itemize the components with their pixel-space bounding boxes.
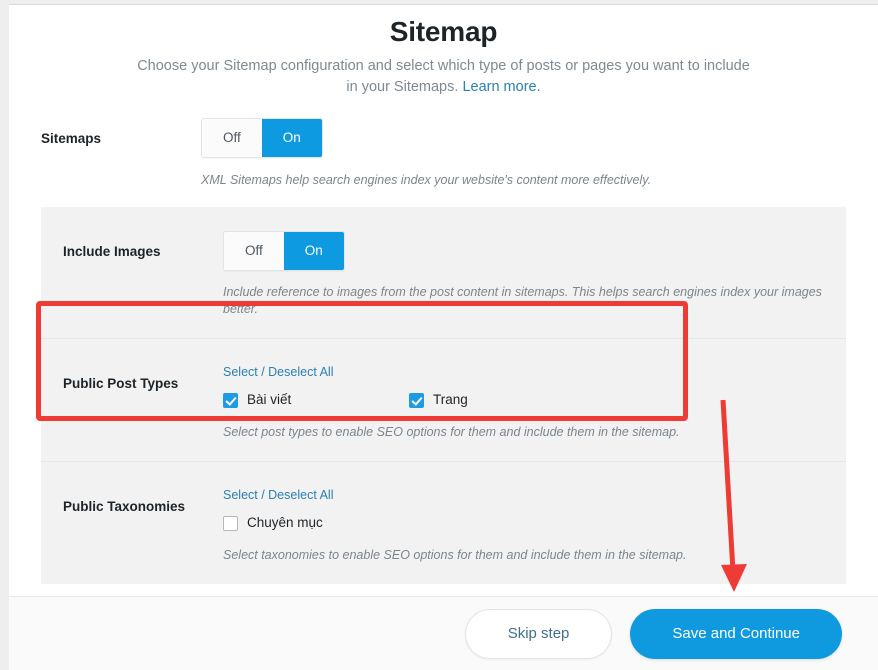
settings-panel: Include Images Off On Include reference … [41,207,846,584]
save-and-continue-button[interactable]: Save and Continue [630,609,842,659]
select-deselect-all-post-types[interactable]: Select / Deselect All [223,364,333,380]
post-types-checkbox-group: Bài viết Trang [223,391,643,411]
public-post-types-hint: Select post types to enable SEO options … [223,424,824,441]
learn-more-link[interactable]: Learn more. [462,79,540,95]
wizard-header: Sitemap Choose your Sitemap configuratio… [9,5,878,98]
include-images-toggle-on[interactable]: On [284,232,344,270]
taxonomies-checkbox-group: Chuyên mục [223,514,643,534]
setting-body-public-post-types: Select / Deselect All Bài viết Trang [223,361,824,441]
sitemaps-toggle-on[interactable]: On [262,119,322,157]
checkbox-icon[interactable] [409,393,424,408]
screenshot-root: Sitemap Choose your Sitemap configuratio… [0,0,878,670]
page-description-text: Choose your Sitemap configuration and se… [137,58,750,95]
setting-label-public-post-types: Public Post Types [63,361,223,441]
setting-body-sitemaps: Off On XML Sitemaps help search engines … [201,116,846,189]
setting-label-sitemaps: Sitemaps [41,116,201,148]
sitemaps-hint: XML Sitemaps help search engines index y… [201,172,846,189]
checkbox-label: Trang [433,391,468,409]
wizard-card: Sitemap Choose your Sitemap configuratio… [9,4,878,670]
skip-step-button[interactable]: Skip step [465,609,613,659]
setting-row-sitemaps: Sitemaps Off On XML Sitemaps help search… [9,116,878,189]
checkbox-item-taxonomy-0[interactable]: Chuyên mục [223,514,409,532]
sitemaps-toggle-off[interactable]: Off [202,119,262,157]
settings-area: Sitemaps Off On XML Sitemaps help search… [9,116,878,584]
setting-row-include-images: Include Images Off On Include reference … [41,207,846,339]
checkbox-item-post-type-1[interactable]: Trang [409,391,595,409]
wizard-footer: Skip step Save and Continue [9,596,878,670]
checkbox-icon[interactable] [223,516,238,531]
page-description: Choose your Sitemap configuration and se… [131,56,756,98]
checkbox-item-post-type-0[interactable]: Bài viết [223,391,409,409]
checkbox-icon[interactable] [223,393,238,408]
sitemaps-toggle[interactable]: Off On [201,118,323,158]
setting-label-include-images: Include Images [63,229,223,318]
setting-label-public-taxonomies: Public Taxonomies [63,484,223,564]
checkbox-label: Chuyên mục [247,514,323,532]
include-images-toggle-off[interactable]: Off [224,232,284,270]
include-images-toggle[interactable]: Off On [223,231,345,271]
setting-body-public-taxonomies: Select / Deselect All Chuyên mục Select … [223,484,824,564]
public-taxonomies-hint: Select taxonomies to enable SEO options … [223,547,824,564]
include-images-hint: Include reference to images from the pos… [223,284,824,318]
select-deselect-all-taxonomies[interactable]: Select / Deselect All [223,487,333,503]
setting-row-public-post-types: Public Post Types Select / Deselect All … [41,339,846,462]
page-title: Sitemap [9,14,878,50]
setting-body-include-images: Off On Include reference to images from … [223,229,824,318]
setting-row-public-taxonomies: Public Taxonomies Select / Deselect All … [41,462,846,584]
checkbox-label: Bài viết [247,391,291,409]
